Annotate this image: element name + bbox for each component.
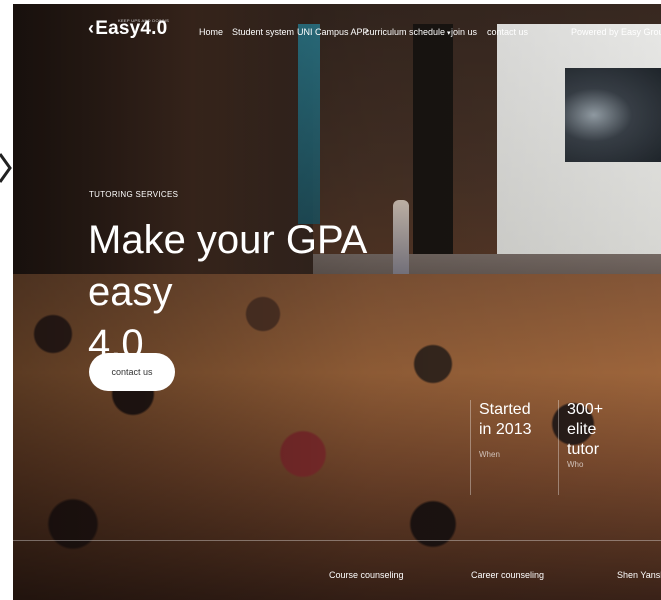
logo-arrow-icon: ‹ [88,18,95,38]
hero-kicker: TUTORING SERVICES [89,190,179,199]
contact-us-button[interactable]: contact us [89,353,175,391]
stat-tutors-line2: elite [567,421,597,438]
stat-tutors: 300+ elite tutor Who [558,400,647,495]
stat-started: Started in 2013 When [470,400,557,495]
nav-join-us[interactable]: join us [451,27,477,37]
hero-headline: Make your GPA easy 4.0 [88,214,408,370]
chevron-right-icon [0,153,12,183]
logo-tagline: KEEP UPS AND DOWNS [118,18,170,23]
bottom-shen-yansho[interactable]: Shen Yansho [617,570,661,580]
top-navigation: ‹Easy4.0 KEEP UPS AND DOWNS Home Student… [13,4,661,52]
bottom-career-counseling[interactable]: Career counseling [471,570,544,580]
stat-tutors-line3: tutor [567,441,600,458]
nav-curriculum-schedule-label: curriculum schedule [365,27,446,37]
stat-started-line1: Started [479,401,531,418]
nav-uni-campus-app[interactable]: UNI Campus APP [297,27,369,37]
stat-started-sub: When [479,450,500,459]
nav-contact-us[interactable]: contact us [487,27,528,37]
hero-headline-line1: Make your GPA easy [88,218,366,314]
nav-home[interactable]: Home [199,27,223,37]
stat-started-line2: in 2013 [479,421,532,438]
stat-tutors-line1: 300+ [567,401,604,418]
nav-student-system[interactable]: Student system [232,27,294,37]
stat-tutors-sub: Who [567,460,584,469]
nav-curriculum-schedule[interactable]: curriculum schedule ▾ [365,27,451,37]
bottom-course-counseling[interactable]: Course counseling [329,570,404,580]
nav-powered-by[interactable]: Powered by Easy Group [571,27,661,37]
bottom-divider [13,540,661,541]
